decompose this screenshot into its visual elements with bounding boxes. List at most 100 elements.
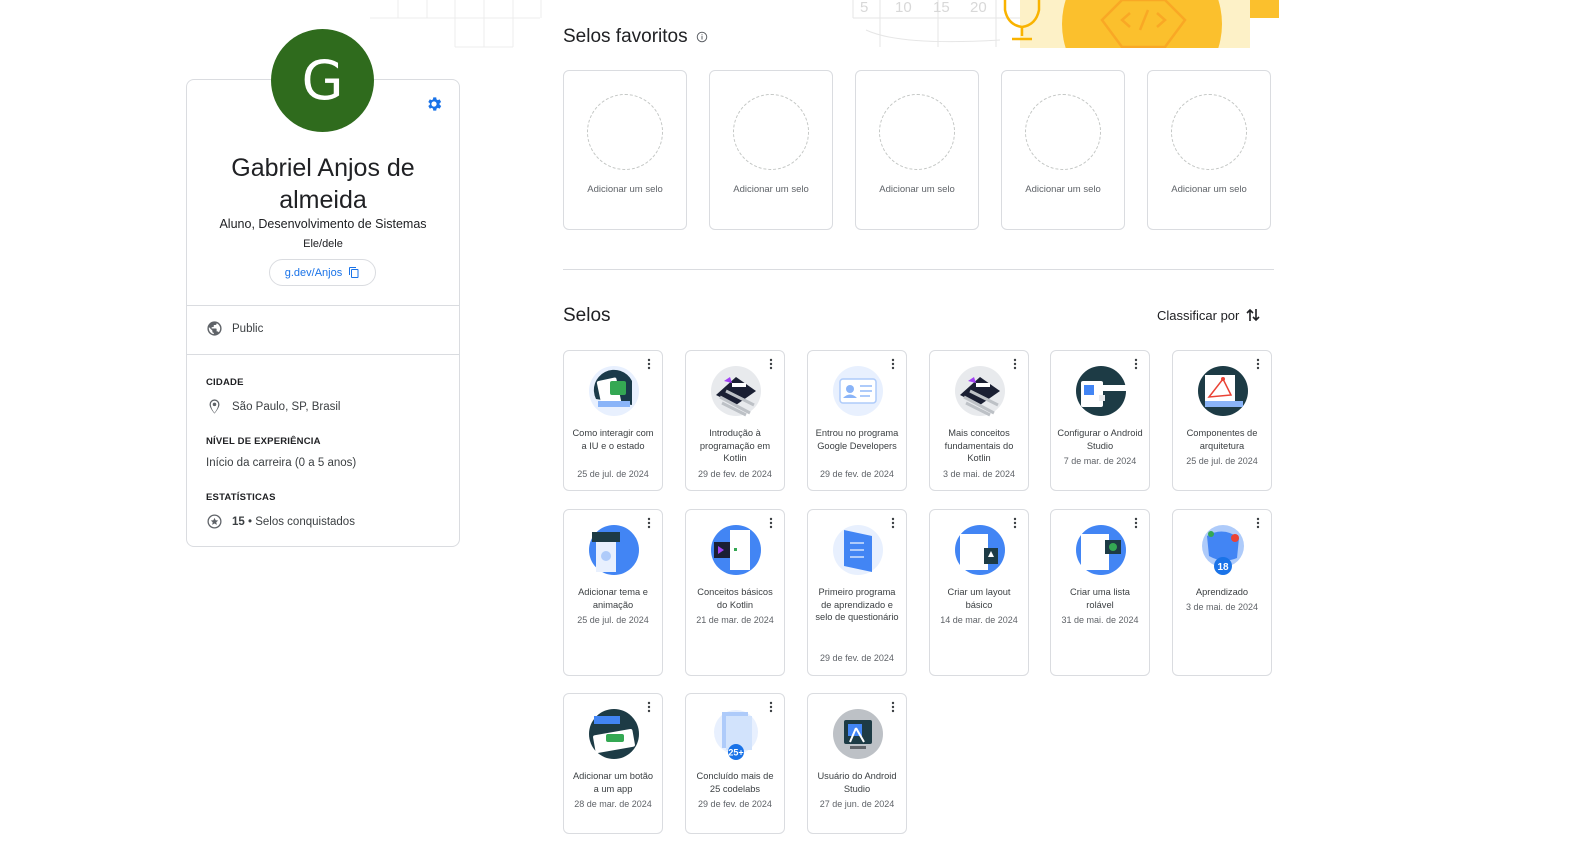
favorite-slot[interactable]: Adicionar um selo <box>1001 70 1125 230</box>
badge-date: 28 de mar. de 2024 <box>574 799 652 809</box>
favorite-slot-label: Adicionar um selo <box>733 184 809 195</box>
globe-icon <box>207 321 222 336</box>
badge-title: Primeiro programa de aprendizado e selo … <box>815 587 899 623</box>
badge-date: 29 de fev. de 2024 <box>820 653 894 663</box>
favorite-placeholder-circle <box>587 94 663 170</box>
badge-card[interactable]: Entrou no programa Google Developers 29 … <box>807 350 907 491</box>
badge-card[interactable]: Introdução à programação em Kotlin 29 de… <box>685 350 785 491</box>
ruler-decoration <box>852 0 1020 47</box>
more-vert-icon[interactable] <box>766 517 776 529</box>
profile-link[interactable]: g.dev/Anjos <box>285 267 342 279</box>
badge-card[interactable]: Adicionar um botão a um app 28 de mar. d… <box>563 693 663 834</box>
more-vert-icon[interactable] <box>888 358 898 370</box>
favorite-slot[interactable]: Adicionar um selo <box>1147 70 1271 230</box>
codelabs-badge-icon: 25+ <box>714 710 758 760</box>
favorite-placeholder-circle <box>733 94 809 170</box>
favorite-placeholder-circle <box>1025 94 1101 170</box>
badge-title: Usuário do Android Studio <box>817 771 897 794</box>
more-vert-icon[interactable] <box>1131 517 1141 529</box>
badge-date: 3 de mai. de 2024 <box>942 469 1016 479</box>
badge-title: Entrou no programa Google Developers <box>815 428 899 451</box>
favorite-slot-label: Adicionar um selo <box>587 184 663 195</box>
badge-card[interactable]: Como interagir com a IU e o estado 25 de… <box>563 350 663 491</box>
location-pin-icon <box>209 399 220 414</box>
profile-pronouns: Ele/dele <box>303 238 343 250</box>
favorite-slot-label: Adicionar um selo <box>1171 184 1247 195</box>
badge-card[interactable]: Primeiro programa de aprendizado e selo … <box>807 509 907 676</box>
experience-label: NÍVEL DE EXPERIÊNCIA <box>206 436 321 447</box>
badge-card[interactable]: Usuário do Android Studio 27 de jun. de … <box>807 693 907 834</box>
badge-title: Adicionar tema e animação <box>578 587 648 610</box>
badge-count: 25+ <box>728 748 743 758</box>
badge-date: 29 de fev. de 2024 <box>820 469 894 479</box>
header-decoration: 5 10 15 20 <box>370 0 1279 48</box>
kotlin-intro-badge-icon <box>711 366 761 417</box>
more-vert-icon[interactable] <box>766 358 776 370</box>
badge-date: 21 de mar. de 2024 <box>696 615 774 625</box>
more-vert-icon[interactable] <box>1010 517 1020 529</box>
badge-date: 31 de mai. de 2024 <box>1061 615 1139 625</box>
more-vert-icon[interactable] <box>888 701 898 713</box>
city-row: São Paulo, SP, Brasil <box>206 398 340 415</box>
section-divider <box>563 269 1274 270</box>
learning-badge-icon: 18 <box>1202 525 1244 575</box>
badge-date: 29 de fev. de 2024 <box>698 799 772 809</box>
badge-card[interactable]: Mais conceitos fundamentais do Kotlin 3 … <box>929 350 1029 491</box>
more-vert-icon[interactable] <box>644 517 654 529</box>
favorite-placeholder-circle <box>1171 94 1247 170</box>
favorite-slot-label: Adicionar um selo <box>1025 184 1101 195</box>
ruler-number: 20 <box>970 0 987 16</box>
badge-title: Criar um layout básico <box>947 587 1011 610</box>
favorite-placeholder-circle <box>879 94 955 170</box>
settings-gear-icon[interactable] <box>425 95 443 113</box>
more-vert-icon[interactable] <box>644 701 654 713</box>
badge-card[interactable]: Criar uma lista rolável 31 de mai. de 20… <box>1050 509 1150 676</box>
sort-arrows-icon <box>1246 308 1260 322</box>
more-vert-icon[interactable] <box>1253 517 1263 529</box>
info-icon[interactable] <box>696 31 708 43</box>
badge-title: Adicionar um botão a um app <box>572 771 654 794</box>
profile-divider <box>187 305 459 306</box>
favorite-slot-label: Adicionar um selo <box>879 184 955 195</box>
kotlin-fundamentals-badge-icon <box>955 366 1005 417</box>
favorite-slot[interactable]: Adicionar um selo <box>709 70 833 230</box>
badges-title: Selos <box>563 305 611 326</box>
kotlin-basics-badge-icon <box>711 525 761 575</box>
sun-decoration <box>1062 0 1222 48</box>
badge-date: 27 de jun. de 2024 <box>819 799 895 809</box>
stats-row: 15 • Selos conquistados <box>206 513 355 530</box>
favorites-title-row: Selos favoritos <box>563 26 708 48</box>
more-vert-icon[interactable] <box>766 701 776 713</box>
more-vert-icon[interactable] <box>1010 358 1020 370</box>
badge-card[interactable]: Configurar o Android Studio 7 de mar. de… <box>1050 350 1150 491</box>
scrollable-list-badge-icon <box>1076 525 1126 575</box>
more-vert-icon[interactable] <box>1253 358 1263 370</box>
add-button-badge-icon <box>589 709 639 759</box>
developer-profile-badge-icon <box>833 366 883 416</box>
ruler-number: 15 <box>933 0 950 16</box>
badge-card[interactable]: Criar um layout básico 14 de mar. de 202… <box>929 509 1029 676</box>
badge-card[interactable]: Componentes de arquitetura 25 de jul. de… <box>1172 350 1272 491</box>
copy-icon[interactable] <box>348 266 360 279</box>
more-vert-icon[interactable] <box>644 358 654 370</box>
badge-card[interactable]: Conceitos básicos do Kotlin 21 de mar. d… <box>685 509 785 676</box>
badge-card[interactable]: 18 Aprendizado 3 de mai. de 2024 <box>1172 509 1272 676</box>
profile-name: Gabriel Anjos de almeida <box>231 154 415 214</box>
more-vert-icon[interactable] <box>1131 358 1141 370</box>
badge-title: Como interagir com a IU e o estado <box>572 428 654 451</box>
profile-card <box>186 79 460 547</box>
badge-card[interactable]: Adicionar tema e animação 25 de jul. de … <box>563 509 663 676</box>
experience-row: Início da carreira (0 a 5 anos) <box>206 457 356 469</box>
visibility-row[interactable]: Public <box>206 320 263 337</box>
more-vert-icon[interactable] <box>888 517 898 529</box>
profile-link-chip[interactable]: g.dev/Anjos <box>269 259 376 286</box>
favorites-title: Selos favoritos <box>563 26 688 47</box>
profile-divider <box>187 354 459 355</box>
favorite-slot[interactable]: Adicionar um selo <box>563 70 687 230</box>
trophy-icon <box>1003 0 1041 41</box>
badge-card[interactable]: 25+ Concluído mais de 25 codelabs 29 de … <box>685 693 785 834</box>
badge-date: 25 de jul. de 2024 <box>1186 456 1258 466</box>
yellow-square <box>1250 0 1279 18</box>
favorite-slot[interactable]: Adicionar um selo <box>855 70 979 230</box>
sort-button[interactable]: Classificar por <box>1157 307 1260 323</box>
